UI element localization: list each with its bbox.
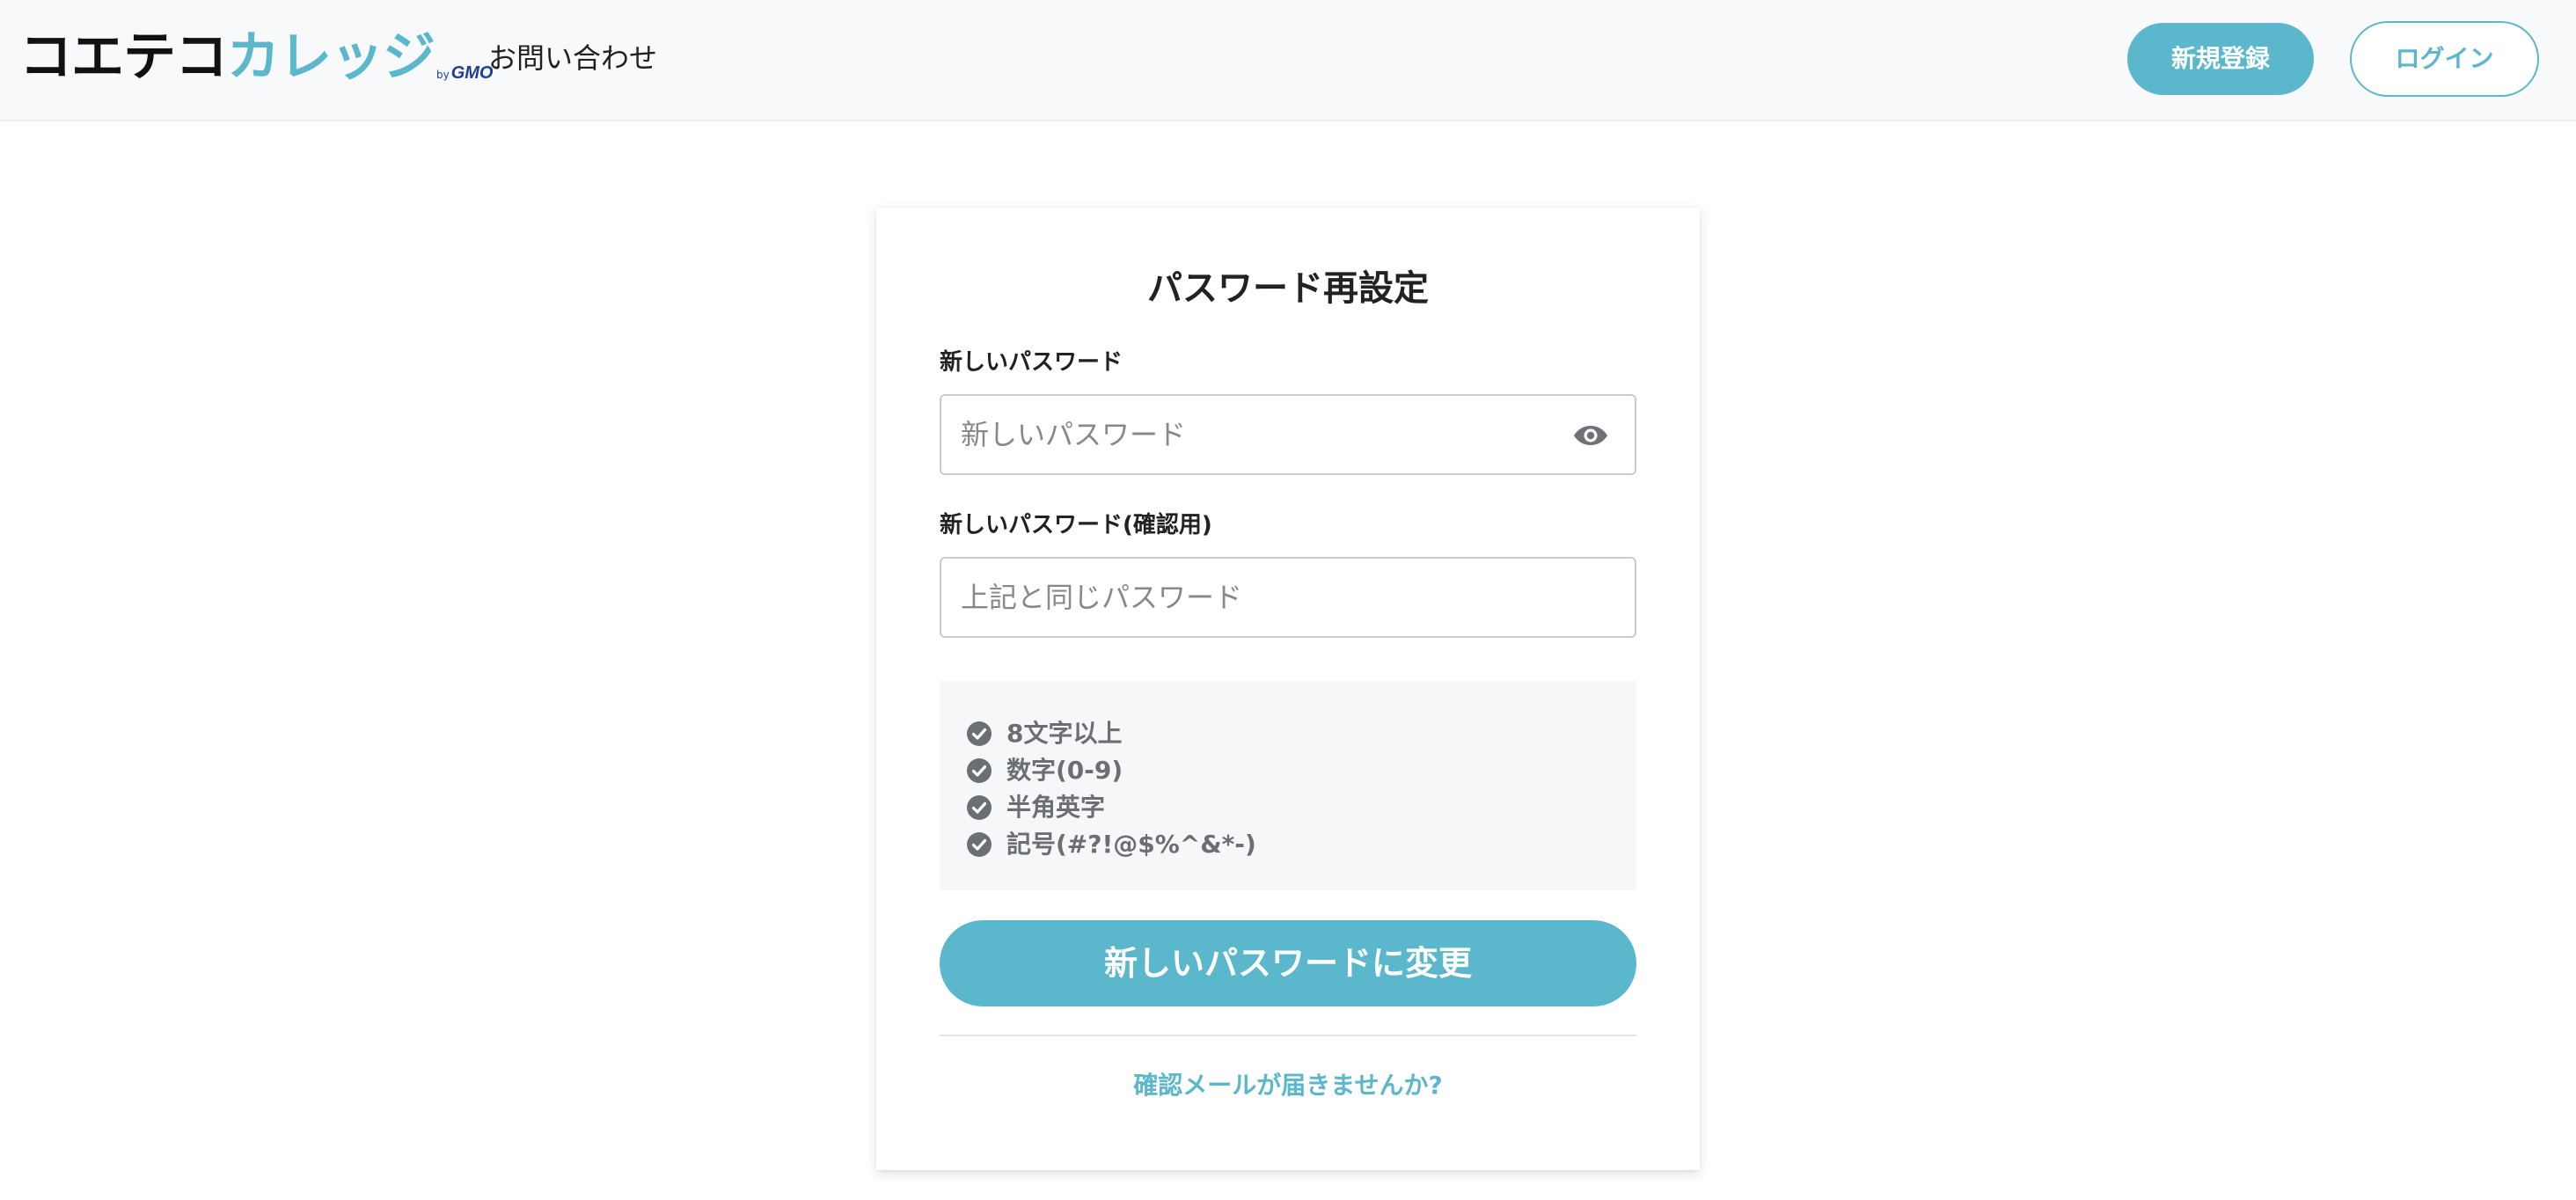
logo-company-text: GMO — [450, 63, 494, 83]
eye-icon[interactable] — [1573, 421, 1608, 450]
requirement-item: 記号(#?!@$%^&*-) — [966, 827, 1256, 862]
change-password-button[interactable]: 新しいパスワードに変更 — [940, 920, 1636, 1006]
divider — [940, 1035, 1636, 1036]
requirement-text: 半角英字 — [1006, 793, 1106, 822]
confirm-password-label: 新しいパスワード(確認用) — [940, 512, 1212, 538]
site-header: コエテコ カレッジ by GMO お問い合わせ 新規登録 ログイン — [0, 0, 2576, 121]
check-circle-icon — [967, 758, 992, 783]
logo-accent-text: カレッジ — [227, 26, 435, 88]
requirement-item: 8文字以上 — [966, 716, 1122, 751]
requirement-text: 記号(#?!@$%^&*-) — [1006, 830, 1256, 859]
requirement-text: 8文字以上 — [1006, 719, 1123, 748]
check-circle-icon — [967, 832, 992, 857]
login-button[interactable]: ログイン — [2350, 21, 2539, 97]
page-title: パスワード再設定 — [1147, 268, 1429, 309]
new-password-label: 新しいパスワード — [940, 349, 1123, 376]
password-reset-card: パスワード再設定 新しいパスワード 新しいパスワード(確認用) 8文字以上 数字… — [876, 208, 1700, 1170]
requirement-text: 数字(0-9) — [1006, 756, 1123, 785]
resend-confirmation-link[interactable]: 確認メールが届きませんか? — [876, 1068, 1700, 1103]
logo-main-text: コエテコ — [19, 26, 228, 88]
confirm-password-input[interactable] — [941, 559, 1635, 636]
new-password-field-wrapper — [940, 394, 1636, 475]
requirement-item: 数字(0-9) — [966, 753, 1123, 788]
password-requirements: 8文字以上 数字(0-9) 半角英字 記号(#?!@$%^&*-) — [940, 681, 1636, 890]
nav-contact-link[interactable]: お問い合わせ — [488, 39, 657, 77]
requirement-item: 半角英字 — [966, 790, 1105, 825]
logo-by-text: by — [436, 69, 450, 81]
check-circle-icon — [967, 795, 992, 820]
check-circle-icon — [967, 721, 992, 746]
confirm-password-field-wrapper — [940, 557, 1636, 638]
new-password-input[interactable] — [941, 396, 1635, 473]
signup-button[interactable]: 新規登録 — [2127, 23, 2314, 95]
site-logo[interactable]: コエテコ カレッジ by GMO — [19, 26, 494, 88]
